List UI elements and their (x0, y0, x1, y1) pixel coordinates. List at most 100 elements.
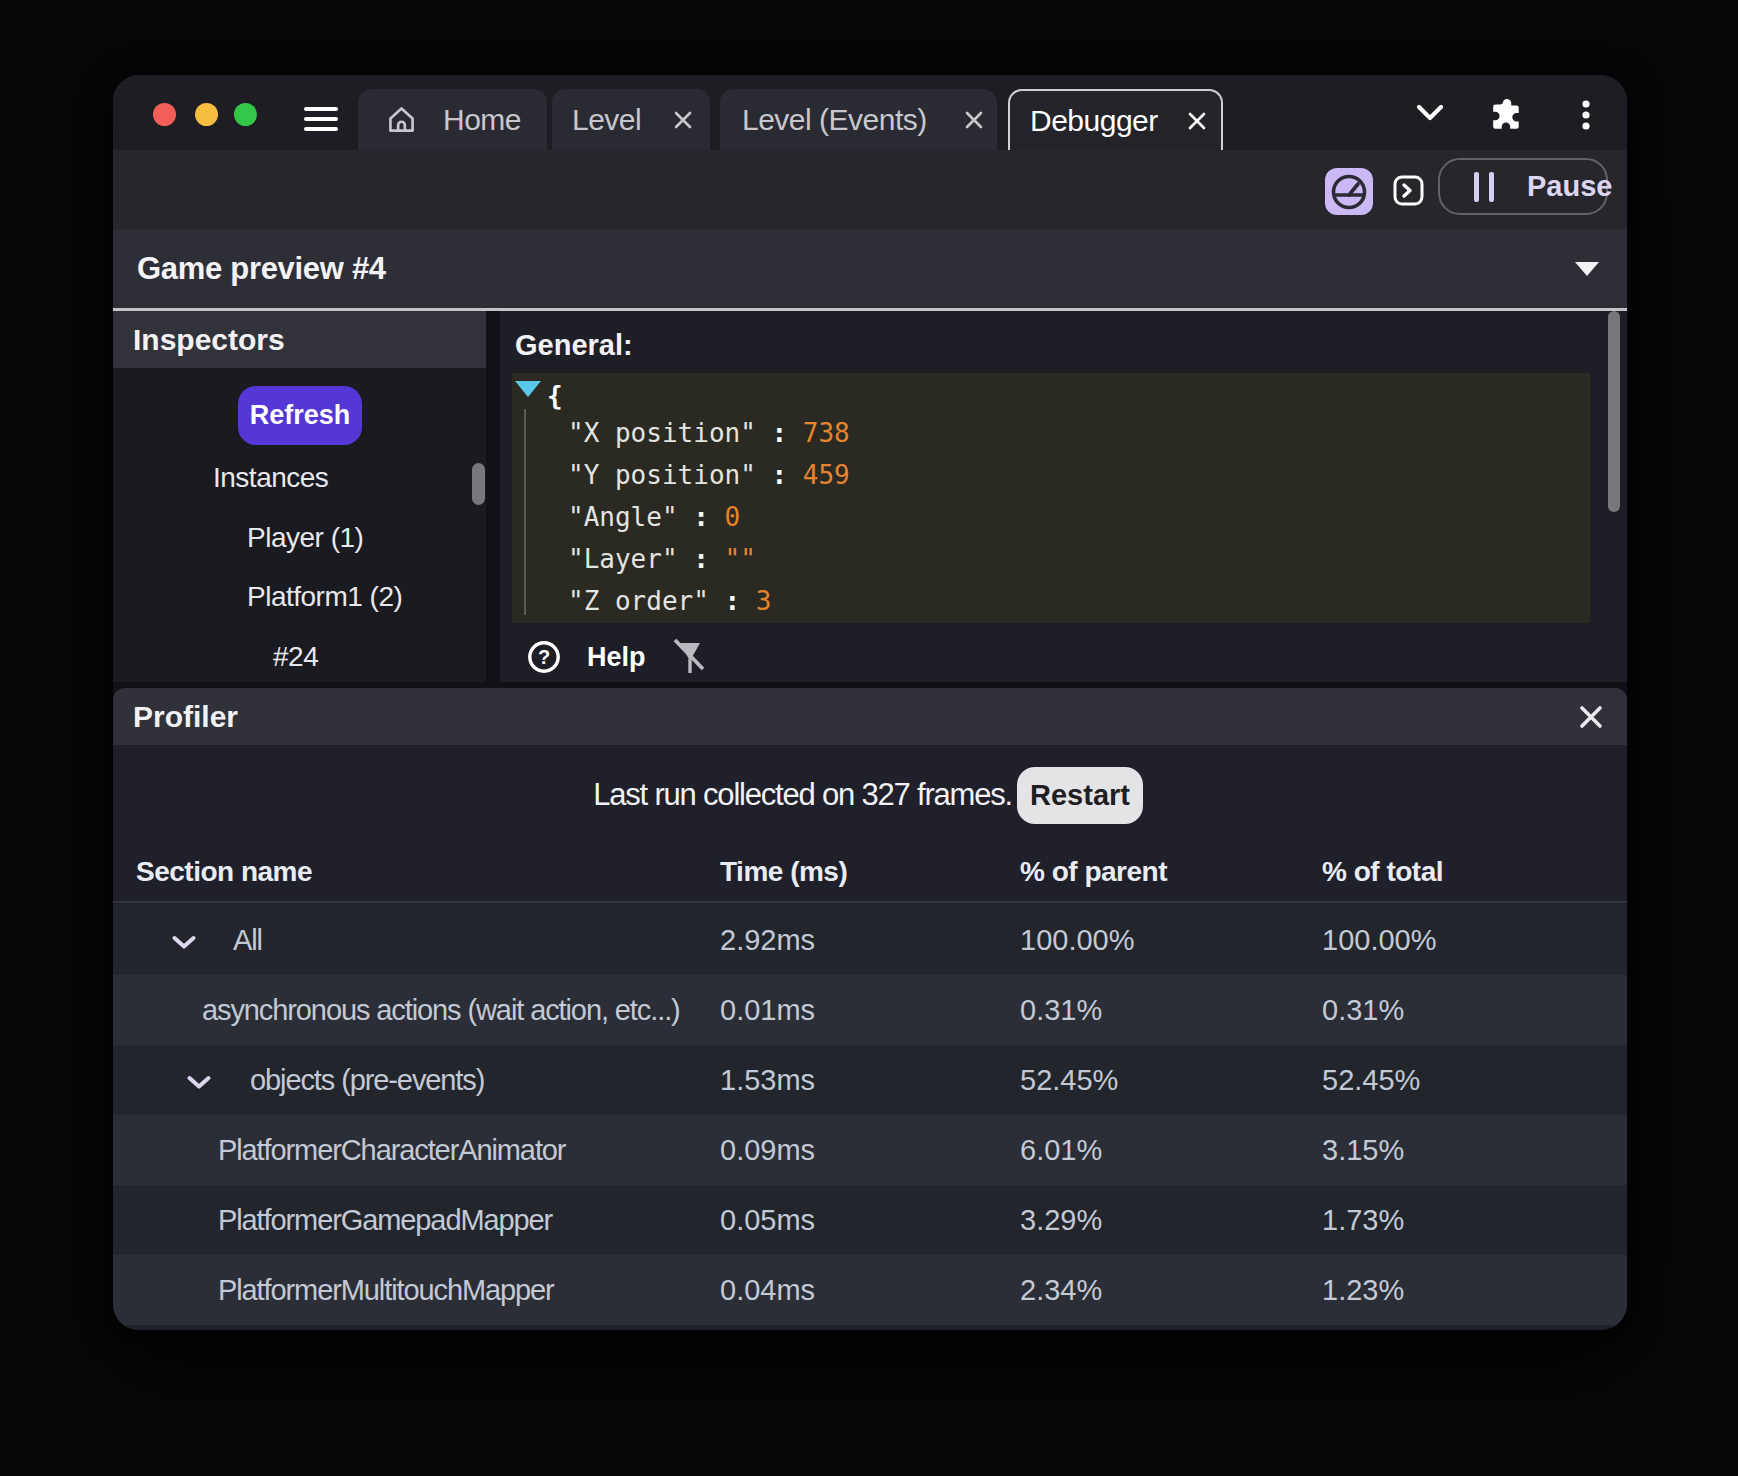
tab-label: Level (572, 103, 641, 137)
section-name-cell: PlatformerMultitouchMapper (218, 1274, 554, 1307)
field-value: "" (725, 544, 756, 574)
collapse-caret-icon[interactable] (1575, 262, 1599, 276)
tab-label: Level (Events) (742, 103, 927, 137)
json-inspector: { "X position" : 738"Y position" : 459"A… (512, 373, 1590, 623)
console-button[interactable] (1393, 175, 1424, 206)
inspectors-panel: Inspectors Refresh Instances Player (1) Pl… (113, 311, 486, 682)
profiler-status: Last run collected on 327 frames. (593, 777, 1012, 813)
general-title: General: (515, 329, 633, 362)
time-cell: 0.05ms (720, 1204, 815, 1237)
profiler-toggle-button[interactable] (1325, 168, 1373, 215)
restart-button[interactable]: Restart (1017, 767, 1143, 824)
percent-parent-cell: 52.45% (1020, 1064, 1118, 1097)
close-profiler-icon[interactable] (1579, 705, 1603, 729)
json-field[interactable]: "Layer" : "" (568, 538, 850, 580)
close-tab-icon[interactable] (963, 109, 985, 131)
profiler-panel: Last run collected on 327 frames. Restar… (113, 745, 1627, 1330)
profiler-table-row[interactable]: All2.92ms100.00%100.00% (113, 905, 1627, 975)
menu-icon[interactable] (304, 107, 338, 131)
json-field[interactable]: "X position" : 738 (568, 412, 850, 454)
close-tab-icon[interactable] (672, 109, 694, 131)
profiler-title: Profiler (133, 700, 238, 734)
json-field[interactable]: "Angle" : 0 (568, 496, 850, 538)
profiler-table-row[interactable]: objects (pre-events) 1.53ms 52.45% 52.45% (113, 1045, 1627, 1115)
field-key: "Y position" (568, 460, 756, 490)
game-preview-header[interactable]: Game preview #4 (113, 230, 1627, 308)
tab-level-events[interactable]: Level (Events) (720, 89, 997, 150)
desktop-background: Home Level Level (Events) Debugger (0, 0, 1738, 1476)
table-header-divider (113, 901, 1627, 903)
time-cell: 0.09ms (720, 1134, 815, 1167)
percent-total-cell: 100.00% (1322, 924, 1437, 957)
inspector-tree-item[interactable]: #24 (273, 641, 318, 673)
pause-icon (1474, 172, 1494, 202)
column-time: Time (ms) (720, 856, 847, 888)
field-value: 738 (803, 418, 850, 448)
tab-debugger[interactable]: Debugger (1008, 89, 1223, 150)
profiler-table-row[interactable]: PlatformerMultitouchMapper0.04ms2.34%1.2… (113, 1255, 1627, 1325)
help-icon[interactable]: ? (527, 640, 561, 674)
help-label[interactable]: Help (587, 640, 646, 674)
column-percent-parent: % of parent (1020, 856, 1167, 888)
percent-total-cell: 3.15% (1322, 1134, 1404, 1167)
gauge-icon (1329, 172, 1369, 212)
field-key: "Angle" (568, 502, 678, 532)
profiler-table-row[interactable]: asynchronous actions (wait action, etc..… (113, 975, 1627, 1045)
time-cell: 0.04ms (720, 1274, 815, 1307)
percent-parent-cell: 3.29% (1020, 1204, 1102, 1237)
chevron-down-icon[interactable] (187, 1064, 211, 1097)
chevron-down-icon[interactable] (172, 924, 196, 957)
percent-total-cell: 52.45% (1322, 1064, 1420, 1097)
inspector-tree-item[interactable]: Platform1 (2) (247, 581, 402, 613)
percent-parent-cell: 100.00% (1020, 924, 1135, 957)
zoom-window-button[interactable] (234, 103, 257, 126)
extensions-icon[interactable] (1490, 98, 1524, 132)
open-brace: { (547, 375, 563, 417)
more-options-icon[interactable] (1582, 100, 1590, 131)
field-value: 3 (756, 586, 772, 616)
expander-triangle-icon[interactable] (515, 381, 541, 397)
pause-button[interactable]: Pause (1438, 158, 1608, 215)
section-name-cell: asynchronous actions (wait action, etc..… (202, 994, 680, 1027)
inspectors-title: Inspectors (133, 323, 285, 357)
json-field[interactable]: "Z order" : 3 (568, 580, 850, 622)
close-window-button[interactable] (153, 103, 176, 126)
close-tab-icon[interactable] (1186, 110, 1208, 132)
json-field[interactable]: "Y position" : 459 (568, 454, 850, 496)
field-key: "X position" (568, 418, 756, 448)
field-key: "Z order" (568, 586, 709, 616)
inspector-tree-item[interactable]: Player (1) (247, 522, 363, 554)
section-name-cell: PlatformerGamepadMapper (218, 1204, 552, 1237)
tab-home[interactable]: Home (358, 89, 547, 150)
general-panel: General: { "X position" : 738"Y position… (500, 311, 1627, 682)
chevron-down-icon[interactable] (1417, 105, 1443, 122)
home-icon (386, 104, 417, 135)
time-cell: 1.53ms (720, 1064, 815, 1097)
percent-total-cell: 1.73% (1322, 1204, 1404, 1237)
field-value: 0 (725, 502, 741, 532)
profiler-table-row[interactable]: PlatformerCharacterAnimator 0.09ms 6.01% 3.… (113, 1115, 1627, 1185)
tab-label: Home (443, 103, 521, 137)
profiler-header: Profiler (113, 688, 1627, 745)
inspector-tree-item[interactable]: Instances (213, 462, 328, 494)
profiler-table-row[interactable]: PlatformerGamepadMapper 0.05ms 3.29% 1.73% (113, 1185, 1627, 1255)
percent-total-cell: 0.31% (1322, 994, 1404, 1027)
percent-parent-cell: 0.31% (1020, 994, 1102, 1027)
inspectors-header: Inspectors (113, 311, 486, 368)
column-section-name: Section name (136, 856, 312, 888)
percent-parent-cell: 6.01% (1020, 1134, 1102, 1167)
field-key: "Layer" (568, 544, 678, 574)
svg-text:?: ? (538, 646, 550, 668)
column-percent-total: % of total (1322, 856, 1443, 888)
refresh-button[interactable]: Refresh (238, 386, 362, 445)
inspectors-scrollbar[interactable] (472, 463, 485, 505)
tab-level[interactable]: Level (552, 89, 710, 150)
general-scrollbar[interactable] (1608, 311, 1620, 512)
time-cell: 2.92ms (720, 924, 815, 957)
section-name-cell: objects (pre-events) (250, 1064, 484, 1097)
pin-off-icon[interactable] (666, 635, 710, 679)
section-name-cell: PlatformerCharacterAnimator (218, 1134, 565, 1167)
minimize-window-button[interactable] (195, 103, 218, 126)
tree-guide-line (524, 409, 526, 615)
percent-parent-cell: 2.34% (1020, 1274, 1102, 1307)
